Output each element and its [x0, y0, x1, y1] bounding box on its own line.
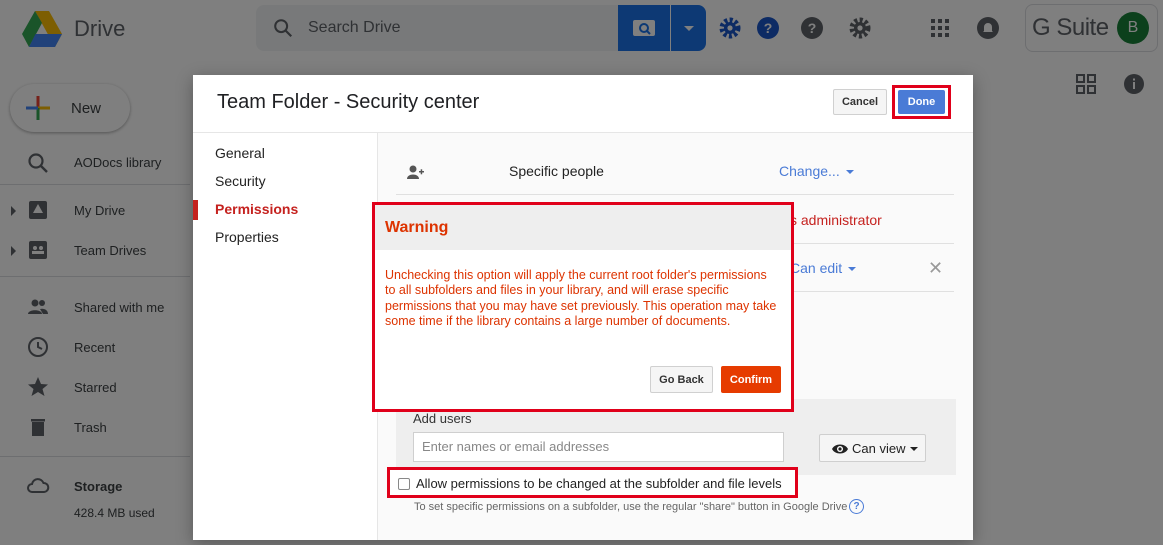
done-button[interactable]: Done [898, 90, 945, 114]
nav-general[interactable]: General [215, 145, 265, 161]
cancel-button[interactable]: Cancel [833, 89, 887, 115]
remove-close-icon[interactable]: ✕ [928, 258, 943, 279]
confirm-button[interactable]: Confirm [721, 366, 781, 393]
dialog-title: Team Folder - Security center [217, 91, 480, 113]
change-link[interactable]: Change... [779, 163, 854, 179]
warning-message: Unchecking this option will apply the cu… [385, 268, 777, 328]
go-back-button[interactable]: Go Back [650, 366, 713, 393]
administrator-text: s administrator [790, 212, 882, 228]
eye-icon [832, 444, 848, 454]
nav-active-indicator [193, 200, 198, 220]
add-users-input[interactable]: Enter names or email addresses [413, 432, 784, 462]
share-hint-text: To set specific permissions on a subfold… [414, 501, 848, 513]
row-divider [766, 291, 954, 292]
add-users-label: Add users [413, 411, 472, 426]
help-circle-icon[interactable]: ? [849, 499, 864, 514]
row-divider [766, 243, 954, 244]
nav-security[interactable]: Security [215, 173, 266, 189]
allow-permissions-checkbox[interactable] [398, 478, 410, 490]
change-link-label: Change... [779, 163, 840, 179]
person-icon [407, 165, 424, 179]
chevron-down-icon [910, 447, 918, 451]
chevron-down-icon [848, 267, 857, 272]
can-view-label: Can view [852, 441, 906, 456]
nav-properties[interactable]: Properties [215, 229, 279, 245]
chevron-down-icon [845, 170, 854, 175]
row-divider [396, 194, 954, 195]
specific-people-label: Specific people [509, 163, 604, 179]
allow-permissions-label[interactable]: Allow permissions to be changed at the s… [416, 476, 782, 491]
dialog-nav: General Security Permissions Properties [193, 133, 377, 540]
can-view-dropdown[interactable]: Can view [819, 434, 926, 462]
can-edit-dropdown[interactable]: Can edit [790, 260, 857, 276]
warning-title: Warning [385, 219, 449, 236]
nav-permissions[interactable]: Permissions [215, 201, 298, 217]
can-edit-label: Can edit [790, 260, 843, 276]
